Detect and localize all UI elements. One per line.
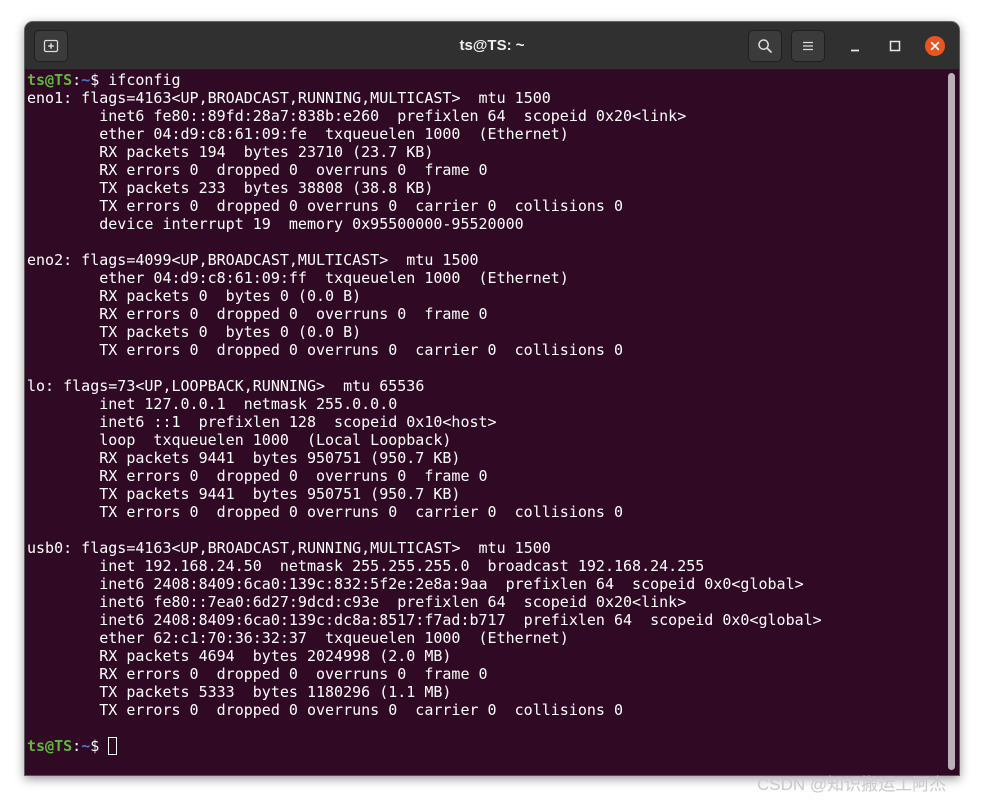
header-bar[interactable]: ts@TS: ~ bbox=[25, 22, 959, 70]
prompt-user-host: ts@TS bbox=[27, 737, 73, 755]
terminal-view[interactable]: ts@TS:~$ ifconfig eno1: flags=4163<UP,BR… bbox=[25, 70, 959, 775]
active-prompt-line: ts@TS:~$ bbox=[27, 737, 942, 755]
usb0-detail-line: inet6 fe80::7ea0:6d27:9dcd:c93e prefixle… bbox=[99, 593, 687, 611]
interface-block-usb0: usb0: flags=4163<UP,BROADCAST,RUNNING,MU… bbox=[27, 539, 942, 719]
command-text: ifconfig bbox=[108, 71, 181, 89]
usb0-detail-line: TX errors 0 dropped 0 overruns 0 carrier… bbox=[99, 701, 624, 719]
prompt-symbol: $ bbox=[90, 737, 100, 755]
interface-block-eno2: eno2: flags=4099<UP,BROADCAST,MULTICAST>… bbox=[27, 251, 942, 359]
search-button[interactable] bbox=[748, 30, 782, 62]
close-icon bbox=[925, 36, 945, 56]
usb0-detail-line: RX packets 4694 bytes 2024998 (2.0 MB) bbox=[99, 647, 452, 665]
eno1-detail-line: device interrupt 19 memory 0x95500000-95… bbox=[99, 215, 524, 233]
close-button[interactable] bbox=[923, 34, 947, 58]
lo-detail-line: RX errors 0 dropped 0 overruns 0 frame 0 bbox=[99, 467, 488, 485]
lo-detail-line: inet 127.0.0.1 netmask 255.0.0.0 bbox=[99, 395, 398, 413]
eno2-detail-line: RX packets 0 bytes 0 (0.0 B) bbox=[99, 287, 362, 305]
prompt-line: ts@TS:~$ ifconfig bbox=[27, 71, 942, 89]
eno1-detail-line: RX errors 0 dropped 0 overruns 0 frame 0 bbox=[99, 161, 488, 179]
eno2-header-line: eno2: flags=4099<UP,BROADCAST,MULTICAST>… bbox=[27, 251, 479, 269]
maximize-button[interactable] bbox=[883, 34, 907, 58]
prompt-symbol: $ bbox=[90, 71, 100, 89]
usb0-detail-line: RX errors 0 dropped 0 overruns 0 frame 0 bbox=[99, 665, 488, 683]
terminal-window: ts@TS: ~ ts@TS:~$ ifconfig eno1: flags=4… bbox=[25, 22, 959, 775]
hamburger-menu-icon bbox=[803, 41, 813, 51]
prompt-user-host: ts@TS bbox=[27, 71, 73, 89]
minimize-button[interactable] bbox=[843, 34, 867, 58]
lo-detail-line: loop txqueuelen 1000 (Local Loopback) bbox=[99, 431, 452, 449]
eno2-detail-line: RX errors 0 dropped 0 overruns 0 frame 0 bbox=[99, 305, 488, 323]
terminal-output: ts@TS:~$ ifconfig eno1: flags=4163<UP,BR… bbox=[27, 71, 942, 755]
usb0-detail-line: inet 192.168.24.50 netmask 255.255.255.0… bbox=[99, 557, 705, 575]
eno1-detail-line: ether 04:d9:c8:61:09:fe txqueuelen 1000 … bbox=[99, 125, 569, 143]
scrollbar-thumb[interactable] bbox=[948, 73, 955, 770]
minimize-icon bbox=[851, 49, 859, 52]
new-tab-icon bbox=[43, 39, 59, 53]
lo-header-line: lo: flags=73<UP,LOOPBACK,RUNNING> mtu 65… bbox=[27, 377, 425, 395]
prompt-path: ~ bbox=[81, 737, 91, 755]
usb0-header-line: usb0: flags=4163<UP,BROADCAST,RUNNING,MU… bbox=[27, 539, 551, 557]
menu-button[interactable] bbox=[791, 30, 825, 62]
prompt-separator: : bbox=[72, 737, 82, 755]
new-tab-button[interactable] bbox=[34, 30, 68, 62]
eno2-detail-line: ether 04:d9:c8:61:09:ff txqueuelen 1000 … bbox=[99, 269, 569, 287]
lo-detail-line: inet6 ::1 prefixlen 128 scopeid 0x10<hos… bbox=[99, 413, 497, 431]
eno1-detail-line: inet6 fe80::89fd:28a7:838b:e260 prefixle… bbox=[99, 107, 687, 125]
interface-block-lo: lo: flags=73<UP,LOOPBACK,RUNNING> mtu 65… bbox=[27, 377, 942, 521]
usb0-detail-line: inet6 2408:8409:6ca0:139c:dc8a:8517:f7ad… bbox=[99, 611, 822, 629]
maximize-icon bbox=[889, 40, 901, 52]
prompt-path: ~ bbox=[81, 71, 91, 89]
usb0-detail-line: ether 62:c1:70:36:32:37 txqueuelen 1000 … bbox=[99, 629, 569, 647]
eno1-detail-line: RX packets 194 bytes 23710 (23.7 KB) bbox=[99, 143, 434, 161]
search-icon bbox=[758, 39, 772, 53]
lo-detail-line: TX packets 9441 bytes 950751 (950.7 KB) bbox=[99, 485, 461, 503]
eno2-detail-line: TX errors 0 dropped 0 overruns 0 carrier… bbox=[99, 341, 624, 359]
lo-detail-line: RX packets 9441 bytes 950751 (950.7 KB) bbox=[99, 449, 461, 467]
eno2-detail-line: TX packets 0 bytes 0 (0.0 B) bbox=[99, 323, 362, 341]
interface-block-eno1: eno1: flags=4163<UP,BROADCAST,RUNNING,MU… bbox=[27, 89, 942, 233]
watermark-text: CSDN @知识搬运工阿杰 bbox=[757, 775, 947, 794]
lo-detail-line: TX errors 0 dropped 0 overruns 0 carrier… bbox=[99, 503, 624, 521]
usb0-detail-line: TX packets 5333 bytes 1180296 (1.1 MB) bbox=[99, 683, 452, 701]
eno1-detail-line: TX errors 0 dropped 0 overruns 0 carrier… bbox=[99, 197, 624, 215]
prompt-separator: : bbox=[72, 71, 82, 89]
eno1-header-line: eno1: flags=4163<UP,BROADCAST,RUNNING,MU… bbox=[27, 89, 551, 107]
usb0-detail-line: inet6 2408:8409:6ca0:139c:832:5f2e:2e8a:… bbox=[99, 575, 804, 593]
eno1-detail-line: TX packets 233 bytes 38808 (38.8 KB) bbox=[99, 179, 434, 197]
terminal-cursor bbox=[108, 737, 118, 755]
